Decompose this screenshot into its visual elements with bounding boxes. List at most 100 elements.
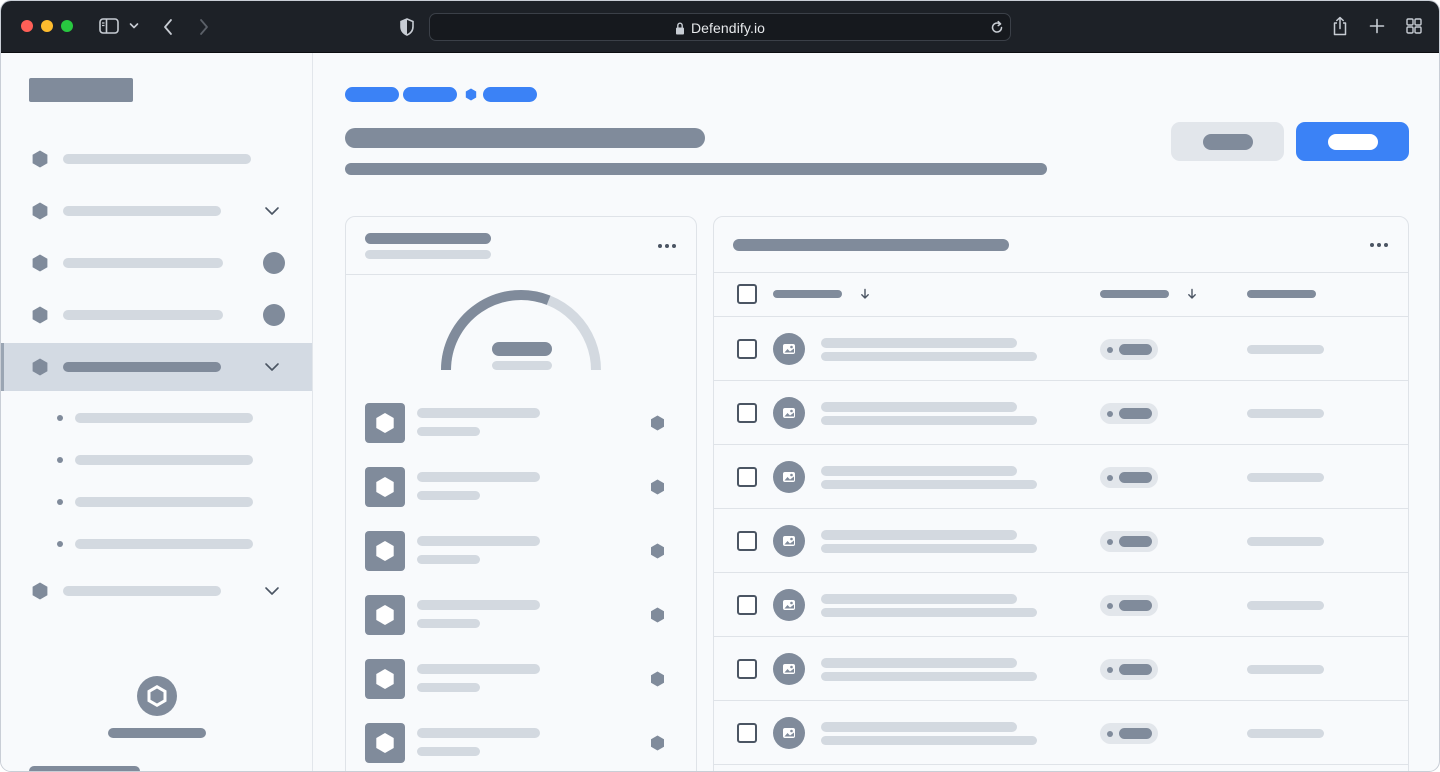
row-name <box>821 658 1017 668</box>
score-card <box>345 216 697 771</box>
row-name <box>821 466 1017 476</box>
sidebar-subitem[interactable] <box>1 403 312 433</box>
breadcrumb-item[interactable] <box>403 87 457 102</box>
forward-icon[interactable] <box>198 18 210 36</box>
more-icon[interactable] <box>658 244 676 248</box>
row-checkbox[interactable] <box>737 723 757 743</box>
bullet-icon <box>57 499 63 505</box>
zoom-window-button[interactable] <box>61 20 73 32</box>
column-header[interactable] <box>773 290 842 298</box>
chevron-down-icon[interactable] <box>263 584 281 598</box>
item-thumbnail <box>365 659 405 699</box>
browser-toolbar: Defendify.io <box>1 1 1439 53</box>
sidebar-item-label <box>63 586 221 596</box>
row-checkbox[interactable] <box>737 595 757 615</box>
sidebar-item-4[interactable] <box>1 291 312 339</box>
list-item[interactable] <box>346 467 696 531</box>
table-row[interactable] <box>714 381 1408 445</box>
row-detail <box>821 416 1037 425</box>
sidebar-item-label <box>63 206 221 216</box>
divider <box>714 764 1408 765</box>
hexagon-icon <box>651 671 664 687</box>
close-window-button[interactable] <box>21 20 33 32</box>
row-name <box>821 594 1017 604</box>
column-header[interactable] <box>1247 290 1316 298</box>
more-icon[interactable] <box>1370 243 1388 247</box>
sidebar-item-1[interactable] <box>1 135 312 183</box>
table-row[interactable] <box>714 573 1408 637</box>
image-icon <box>773 333 805 365</box>
minimize-window-button[interactable] <box>41 20 53 32</box>
hexagon-icon <box>651 479 664 495</box>
sidebar-toggle-icon[interactable] <box>99 18 119 34</box>
row-value <box>1247 409 1324 418</box>
chevron-down-icon[interactable] <box>129 22 139 30</box>
lock-icon <box>675 21 685 35</box>
row-value <box>1247 345 1324 354</box>
chevron-down-icon[interactable] <box>263 360 281 374</box>
url-text: Defendify.io <box>690 20 766 36</box>
chevron-down-icon[interactable] <box>263 204 281 218</box>
column-header[interactable] <box>1100 290 1169 298</box>
row-checkbox[interactable] <box>737 403 757 423</box>
sidebar <box>1 53 313 771</box>
user-name <box>108 728 206 738</box>
shield-icon[interactable] <box>399 18 415 36</box>
row-detail <box>821 608 1037 617</box>
sidebar-item-6[interactable] <box>1 567 312 615</box>
item-thumbnail <box>365 403 405 443</box>
table-row[interactable] <box>714 701 1408 765</box>
list-item[interactable] <box>346 403 696 467</box>
row-checkbox[interactable] <box>737 659 757 679</box>
user-avatar[interactable] <box>137 676 177 716</box>
address-bar[interactable]: Defendify.io <box>429 13 1011 41</box>
image-icon <box>773 525 805 557</box>
sidebar-subitem[interactable] <box>1 529 312 559</box>
sidebar-item-2[interactable] <box>1 187 312 235</box>
table-row[interactable] <box>714 445 1408 509</box>
image-icon <box>773 397 805 429</box>
sidebar-subitem[interactable] <box>1 487 312 517</box>
secondary-button[interactable] <box>1171 122 1284 161</box>
sidebar-item-3[interactable] <box>1 239 312 287</box>
new-tab-icon[interactable] <box>1369 18 1385 34</box>
divider <box>714 272 1408 273</box>
table-row[interactable] <box>714 637 1408 701</box>
hexagon-icon <box>376 541 394 561</box>
app-logo[interactable] <box>29 78 133 102</box>
breadcrumb-item[interactable] <box>345 87 399 102</box>
sidebar-item-label <box>63 310 223 320</box>
table-row[interactable] <box>714 317 1408 381</box>
row-checkbox[interactable] <box>737 531 757 551</box>
arrow-down-icon[interactable] <box>1187 288 1197 300</box>
share-icon[interactable] <box>1332 16 1348 36</box>
list-item-meta <box>417 555 480 564</box>
reload-icon[interactable] <box>990 20 1004 35</box>
list-item[interactable] <box>346 595 696 659</box>
card-subtitle <box>365 250 491 259</box>
row-checkbox[interactable] <box>737 339 757 359</box>
back-icon[interactable] <box>162 18 174 36</box>
image-icon <box>773 653 805 685</box>
sidebar-item-label <box>63 258 223 268</box>
list-item[interactable] <box>346 659 696 723</box>
status-badge <box>1100 531 1158 552</box>
primary-button[interactable] <box>1296 122 1409 161</box>
row-checkbox[interactable] <box>737 467 757 487</box>
breadcrumb-item[interactable] <box>483 87 537 102</box>
select-all-checkbox[interactable] <box>737 284 757 304</box>
arrow-down-icon[interactable] <box>860 288 870 300</box>
tab-overview-icon[interactable] <box>1406 18 1422 34</box>
sidebar-subitem[interactable] <box>1 445 312 475</box>
table-row[interactable] <box>714 509 1408 573</box>
hexagon-icon <box>32 358 48 376</box>
list-item[interactable] <box>346 531 696 595</box>
row-value <box>1247 665 1324 674</box>
sidebar-item-label <box>63 154 251 164</box>
sidebar-item-5-active[interactable] <box>1 343 312 391</box>
list-item[interactable] <box>346 723 696 771</box>
row-detail <box>821 544 1037 553</box>
url-display[interactable]: Defendify.io <box>430 14 1010 42</box>
browser-window: Defendify.io <box>0 0 1440 772</box>
sidebar-item-label <box>63 362 221 372</box>
